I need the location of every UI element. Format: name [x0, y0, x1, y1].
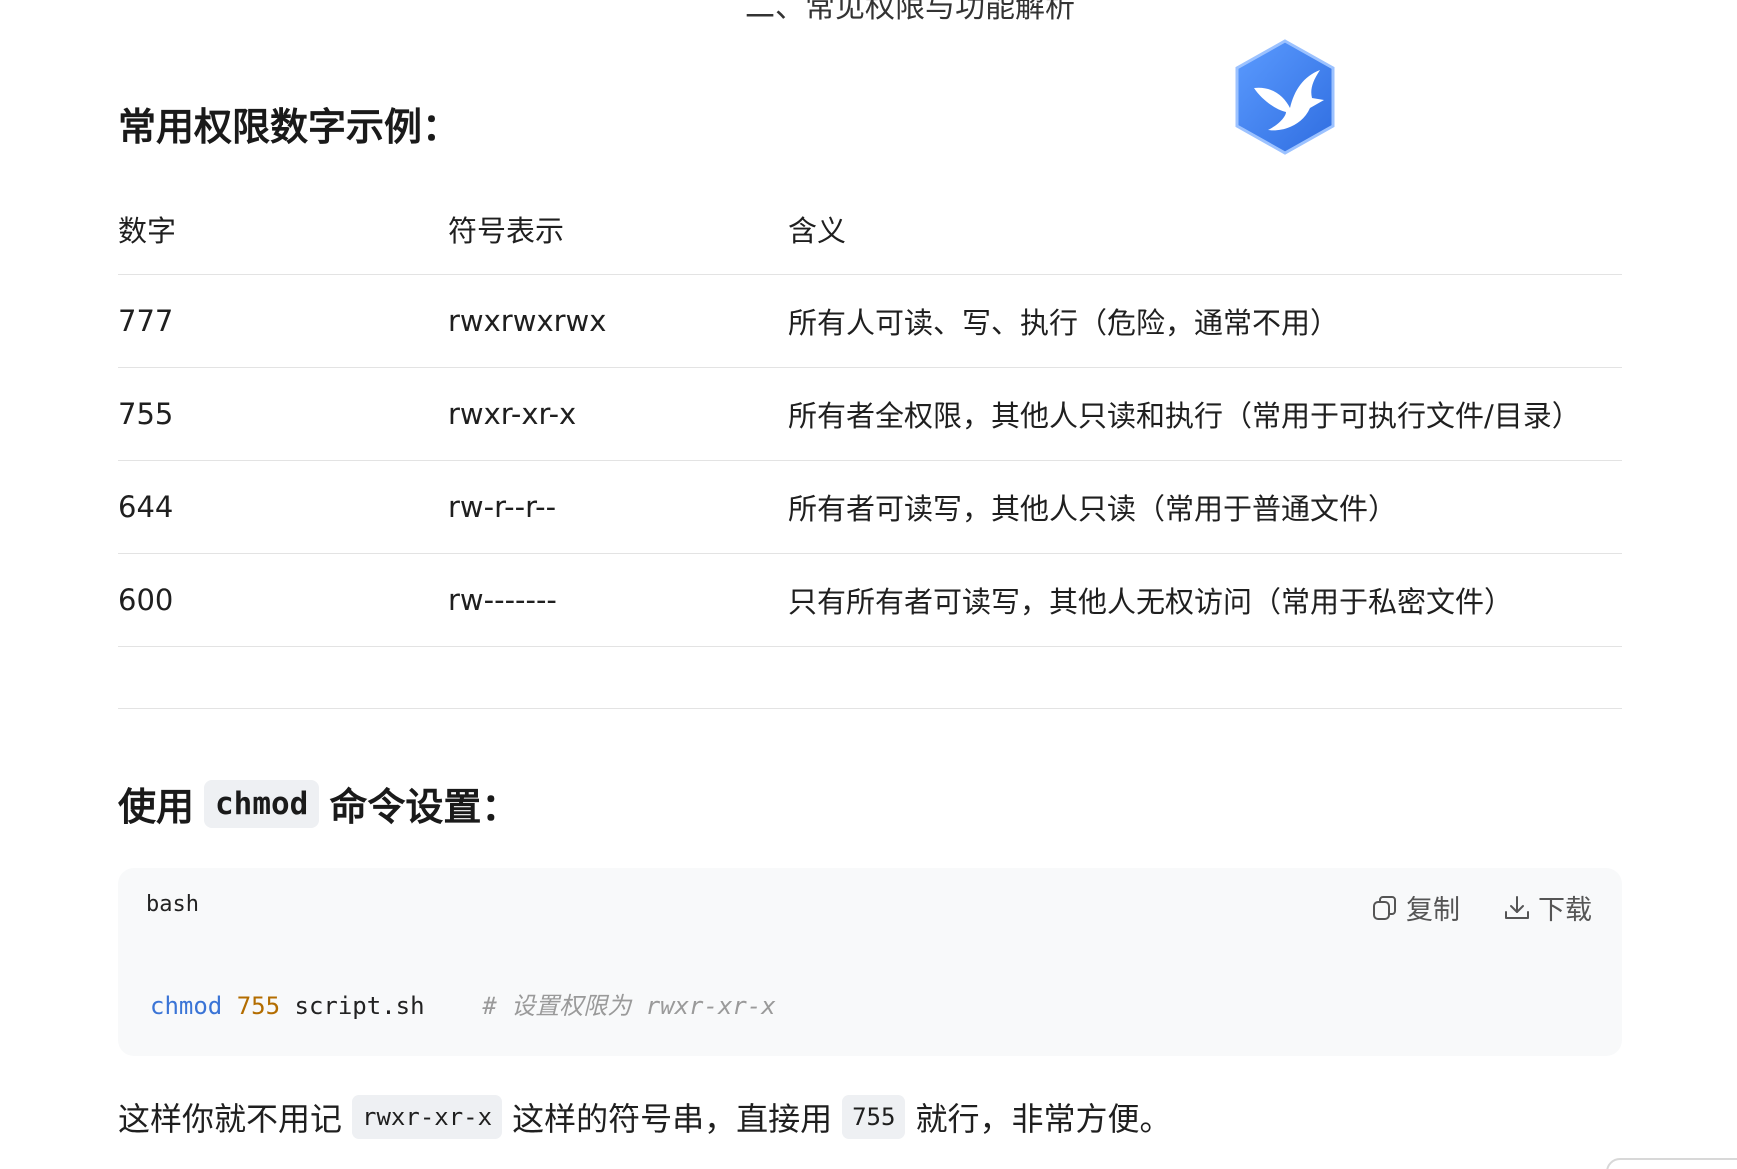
- download-label: 下载: [1538, 895, 1592, 926]
- section-title-examples: 常用权限数字示例：: [118, 96, 460, 151]
- table-header-cell: 符号表示: [448, 214, 565, 248]
- table-row: 600 rw------- 只有所有者可读写，其他人无权访问（常用于私密文件）: [118, 554, 1622, 647]
- table-cell: 所有人可读、写、执行（危险，通常不用）: [788, 306, 1340, 340]
- inline-code-chmod: chmod: [204, 779, 320, 828]
- explanation-paragraph: 这样你就不用记 rwxr-xr-x 这样的符号串，直接用 755 就行，非常方便…: [118, 1094, 1171, 1140]
- code-token-command: chmod: [150, 992, 223, 1020]
- code-language-label: bash: [146, 892, 199, 917]
- table-cell: rwxr-xr-x: [448, 397, 577, 431]
- table-cell: 777: [118, 304, 174, 338]
- inline-code-symbolic: rwxr-xr-x: [352, 1095, 503, 1139]
- download-button[interactable]: 下载: [1502, 888, 1592, 927]
- code-token-number: 755: [236, 992, 281, 1020]
- permission-table: 数字 符号表示 含义 777 rwxrwxrwx 所有人可读、写、执行（危险，通…: [118, 184, 1622, 647]
- table-cell: 所有者全权限，其他人只读和执行（常用于可执行文件/目录）: [788, 399, 1581, 433]
- copy-label: 复制: [1406, 895, 1460, 926]
- code-actions: 复制 下载: [1370, 888, 1592, 927]
- section-title-chmod: 使用 chmod 命令设置：: [118, 776, 519, 831]
- paragraph-text: 这样的符号串，直接用: [512, 1100, 833, 1138]
- table-cell: 所有者可读写，其他人只读（常用于普通文件）: [788, 492, 1398, 526]
- section-title-prefix: 使用: [118, 785, 195, 829]
- hummingbird-hexagon-logo-icon: [1232, 38, 1338, 156]
- code-token-argument: script.sh: [280, 992, 425, 1020]
- inline-code-numeric: 755: [842, 1095, 906, 1139]
- table-cell: rwxrwxrwx: [448, 304, 607, 338]
- code-token-comment: # 设置权限为 rwxr-xr-x: [482, 992, 776, 1020]
- table-row: 644 rw-r--r-- 所有者可读写，其他人只读（常用于普通文件）: [118, 461, 1622, 554]
- top-cut-heading: 二、常见权限与功能解析: [745, 0, 1075, 25]
- paragraph-text: 就行，非常方便。: [915, 1100, 1172, 1138]
- table-cell: 755: [118, 397, 174, 431]
- section-title-text: 常用权限数字示例：: [118, 105, 461, 149]
- table-header-cell: 数字: [118, 214, 177, 248]
- download-icon: [1502, 893, 1532, 923]
- page: 二、常见权限与功能解析 常用权限数字示例： 数字 符号表示 含义 777 rwx…: [0, 0, 1737, 1169]
- floating-widget[interactable]: [1606, 1158, 1737, 1169]
- copy-icon: [1370, 893, 1400, 923]
- table-cell: 644: [118, 490, 174, 524]
- table-cell: rw-r--r--: [448, 490, 557, 524]
- section-divider: [118, 708, 1622, 709]
- code-block: bash 复制 下载 chmod 755 script.sh # 设置权限为 r…: [118, 868, 1622, 1056]
- table-row: 777 rwxrwxrwx 所有人可读、写、执行（危险，通常不用）: [118, 275, 1622, 368]
- table-cell: 600: [118, 583, 174, 617]
- table-header-row: 数字 符号表示 含义: [118, 184, 1622, 275]
- code-line: chmod 755 script.sh # 设置权限为 rwxr-xr-x: [150, 986, 776, 1021]
- paragraph-text: 这样你就不用记: [118, 1100, 343, 1138]
- table-cell: rw-------: [448, 583, 557, 617]
- section-title-suffix: 命令设置：: [329, 785, 520, 829]
- table-header-cell: 含义: [788, 214, 847, 248]
- table-cell: 只有所有者可读写，其他人无权访问（常用于私密文件）: [788, 585, 1514, 619]
- table-row: 755 rwxr-xr-x 所有者全权限，其他人只读和执行（常用于可执行文件/目…: [118, 368, 1622, 461]
- copy-button[interactable]: 复制: [1370, 888, 1460, 927]
